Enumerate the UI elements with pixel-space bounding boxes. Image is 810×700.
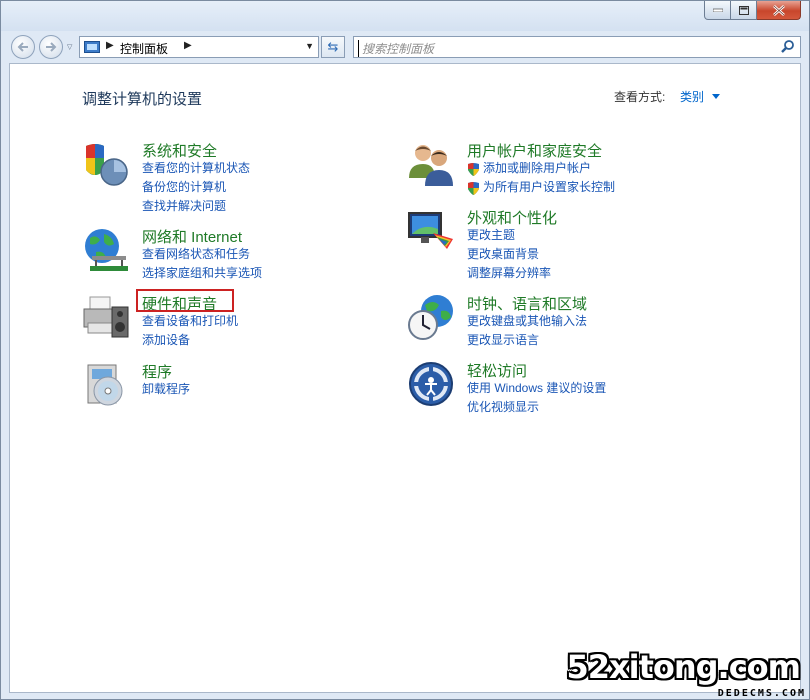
- navigation-bar: ▽ ▶ 控制面板 ▶ ▼ ⇆ 搜索控制面板: [1, 31, 809, 63]
- link-uninstall-program[interactable]: 卸载程序: [142, 380, 190, 399]
- link-change-desktop-background[interactable]: 更改桌面背景: [467, 245, 551, 264]
- link-change-display-language[interactable]: 更改显示语言: [467, 331, 587, 350]
- link-adjust-screen-resolution[interactable]: 调整屏幕分辨率: [467, 264, 551, 283]
- link-label[interactable]: 添加或删除用户帐户: [483, 159, 591, 178]
- link-devices-printers[interactable]: 查看设备和打印机: [142, 312, 238, 331]
- window-controls: [704, 1, 801, 20]
- link-network-status[interactable]: 查看网络状态和任务: [142, 245, 262, 264]
- link-add-device[interactable]: 添加设备: [142, 331, 238, 350]
- watermark: 52xitong.com: [566, 648, 801, 686]
- category-title[interactable]: 系统和安全: [142, 140, 217, 161]
- maximize-icon: [738, 5, 749, 15]
- title-bar: [1, 1, 809, 31]
- users-icon: [409, 145, 453, 186]
- category-title[interactable]: 用户帐户和家庭安全: [467, 140, 602, 161]
- watermark-subtext: DEDECMS.COM: [717, 688, 806, 699]
- view-by-dropdown-arrow-icon[interactable]: [712, 94, 720, 99]
- link-parental-controls[interactable]: 为所有用户设置家长控制: [467, 178, 615, 197]
- content-pane: 调整计算机的设置 查看方式: 类别 系统和安全 查看您的计算机状态 备份您的计算…: [9, 63, 801, 693]
- printer-speaker-icon: [83, 296, 129, 338]
- link-homegroup-sharing[interactable]: 选择家庭组和共享选项: [142, 264, 262, 283]
- breadcrumb-chevron-icon[interactable]: ▶: [106, 40, 114, 51]
- network-globe-icon: [85, 229, 128, 271]
- link-backup-computer[interactable]: 备份您的计算机: [142, 178, 250, 197]
- close-icon: [772, 4, 785, 16]
- category-title[interactable]: 程序: [142, 361, 172, 382]
- address-bar[interactable]: ▶ 控制面板 ▶ ▼: [79, 36, 319, 58]
- forward-arrow-icon: [46, 42, 57, 52]
- uac-shield-icon: [468, 162, 479, 176]
- category-title[interactable]: 轻松访问: [467, 360, 527, 381]
- category-title[interactable]: 网络和 Internet: [142, 226, 242, 247]
- category-title[interactable]: 外观和个性化: [467, 207, 557, 228]
- ease-of-access-icon: [409, 362, 453, 406]
- view-by-label: 查看方式:: [614, 90, 666, 104]
- recent-pages-dropdown[interactable]: ▽: [67, 43, 72, 51]
- breadcrumb-chevron-icon[interactable]: ▶: [184, 40, 192, 51]
- minimize-button[interactable]: [704, 1, 731, 20]
- link-view-computer-status[interactable]: 查看您的计算机状态: [142, 159, 250, 178]
- back-arrow-icon: [17, 42, 28, 52]
- link-recommended-settings[interactable]: 使用 Windows 建议的设置: [467, 379, 606, 398]
- link-change-theme[interactable]: 更改主题: [467, 226, 551, 245]
- uac-shield-icon: [468, 181, 479, 195]
- clock-globe-icon: [408, 295, 453, 340]
- back-button[interactable]: [11, 35, 35, 59]
- highlight-box: [136, 289, 234, 312]
- programs-disc-icon: [87, 364, 123, 406]
- link-find-fix-problems[interactable]: 查找并解决问题: [142, 197, 250, 216]
- link-add-remove-users[interactable]: 添加或删除用户帐户: [467, 159, 615, 178]
- monitor-palette-icon: [408, 212, 453, 249]
- link-change-keyboard-input[interactable]: 更改键盘或其他输入法: [467, 312, 587, 331]
- search-input[interactable]: 搜索控制面板: [358, 40, 434, 57]
- breadcrumb-control-panel[interactable]: 控制面板: [120, 40, 168, 57]
- shield-icon: [86, 144, 128, 186]
- refresh-button[interactable]: ⇆: [321, 36, 345, 58]
- link-label[interactable]: 为所有用户设置家长控制: [483, 178, 615, 197]
- close-button[interactable]: [757, 1, 801, 20]
- category-title[interactable]: 硬件和声音: [136, 289, 234, 314]
- link-optimize-visual-display[interactable]: 优化视频显示: [467, 398, 606, 417]
- search-box[interactable]: 搜索控制面板: [353, 36, 801, 58]
- forward-button[interactable]: [39, 35, 63, 59]
- search-icon[interactable]: [780, 39, 796, 55]
- category-title[interactable]: 时钟、语言和区域: [467, 293, 587, 314]
- maximize-button[interactable]: [731, 1, 757, 20]
- refresh-icon: ⇆: [327, 39, 339, 55]
- control-panel-icon: [84, 41, 100, 53]
- control-panel-window: ▽ ▶ 控制面板 ▶ ▼ ⇆ 搜索控制面板 调整计算机的设置 查看方式: 类别: [0, 0, 810, 700]
- view-by-dropdown[interactable]: 类别: [680, 88, 704, 105]
- page-title: 调整计算机的设置: [82, 91, 203, 108]
- minimize-icon: [712, 8, 723, 12]
- address-history-dropdown-icon[interactable]: ▼: [305, 41, 314, 51]
